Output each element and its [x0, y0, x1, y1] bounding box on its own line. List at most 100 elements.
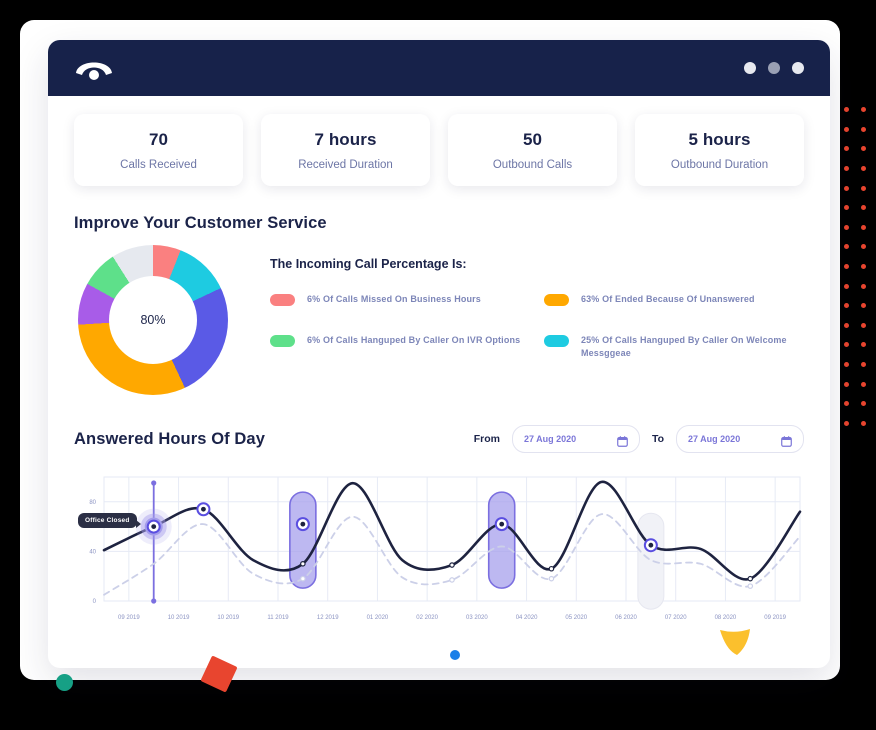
deco-teal-circle [56, 674, 73, 691]
dot-grid-dot [844, 166, 849, 172]
x-axis-tick-label: 10 2019 [217, 615, 239, 621]
answered-hours-chart[interactable]: 09 2019 10 2019 10 2019 11 2019 12 2019 01 20… [74, 469, 804, 629]
dot-grid-dot [861, 401, 866, 407]
dot-grid-dot [861, 303, 866, 309]
dot-grid-dot [844, 420, 849, 426]
title-bar [48, 40, 830, 96]
legend-swatch-icon [270, 294, 295, 306]
dot-grid-dot [861, 420, 866, 426]
stat-value: 70 [148, 129, 169, 149]
x-axis-tick-label: 06 2020 [615, 615, 637, 621]
chart-markers[interactable] [135, 502, 658, 553]
dot-grid-dot [861, 244, 866, 250]
legend-item-label: 63% Of Ended Because Of Unanswered [581, 294, 755, 304]
dot-grid-dot [844, 107, 849, 113]
x-axis-tick-label: 07 2020 [665, 615, 687, 621]
dot-grid-dot [861, 381, 866, 387]
donut-chart: 80% [78, 245, 248, 395]
stat-card-received-duration[interactable]: 7 hours Received Duration [261, 114, 430, 186]
dot-grid-dot [844, 303, 849, 309]
x-axis-tick-label: 05 2020 [565, 615, 587, 621]
dot-grid-dot [844, 362, 849, 368]
window-dot-2[interactable] [768, 62, 780, 74]
window-dot-3[interactable] [792, 62, 804, 74]
to-label: To [651, 433, 664, 445]
calendar-icon [781, 434, 792, 447]
x-axis-tick-label: 03 2020 [466, 615, 488, 621]
dot-grid-dot [861, 126, 866, 132]
legend-swatch-icon [270, 335, 295, 348]
stat-value: 50 [522, 129, 543, 149]
stat-label: Calls Received [120, 158, 197, 171]
chart-highlight-bar [487, 491, 516, 589]
dot-grid-dot [861, 166, 866, 172]
x-axis-tick-label: 09 2019 [118, 615, 140, 621]
window-dot-1[interactable] [744, 62, 756, 74]
legend-item-hangup-ivr[interactable]: 6% Of Calls Hanguped By Caller On IVR Op… [270, 334, 530, 360]
x-axis-tick-label: 12 2019 [317, 615, 339, 621]
donut-center-value: 80% [140, 313, 166, 327]
y-axis-tick-label: 80 [89, 500, 96, 506]
dot-grid-dot [861, 283, 866, 289]
chart-highlight-bar [637, 512, 665, 610]
stat-card-outbound-calls[interactable]: 50 Outbound Calls [448, 114, 617, 186]
legend-title: The Incoming Call Percentage Is: [270, 257, 467, 271]
dot-grid-dot [844, 224, 849, 230]
answered-section-title: Answered Hours Of Day [74, 429, 265, 448]
answered-hours-header: Answered Hours Of Day From 27 Aug 2020 T… [48, 425, 830, 453]
dot-grid-dot [844, 283, 849, 289]
calendar-icon [617, 434, 628, 447]
window-dots [744, 62, 804, 74]
legend-swatch-icon [544, 294, 569, 306]
legend-item-label: 6% Of Calls Missed On Business Hours [307, 294, 481, 304]
from-date-picker[interactable]: 27 Aug 2020 [511, 425, 640, 453]
y-axis-tick-label: 40 [89, 549, 96, 555]
x-axis-tick-label: 11 2019 [267, 615, 289, 621]
dot-grid-dot [844, 244, 849, 250]
from-date-value: 27 Aug 2020 [523, 434, 577, 444]
dot-grid-dot [844, 205, 849, 211]
app-window: 70 Calls Received 7 hours Received Durat… [48, 40, 830, 668]
stat-card-outbound-duration[interactable]: 5 hours Outbound Duration [635, 114, 804, 186]
from-label: From [473, 433, 500, 445]
x-axis-tick-label: 02 2020 [416, 615, 438, 621]
legend-item-missed-business-hours[interactable]: 6% Of Calls Missed On Business Hours [270, 293, 530, 306]
stat-card-calls-received[interactable]: 70 Calls Received [74, 114, 243, 186]
dot-grid-decoration [838, 100, 872, 436]
stat-value: 5 hours [688, 129, 751, 149]
legend-block: The Incoming Call Percentage Is: 6% Of C… [248, 245, 804, 360]
dot-grid-dot [844, 264, 849, 270]
deco-yellow-triangle [718, 628, 752, 656]
dot-grid-dot [844, 146, 849, 152]
dot-grid-dot [844, 401, 849, 407]
chart-x-axis: 09 2019 10 2019 10 2019 11 2019 12 2019 01 20… [118, 615, 787, 621]
legend-item-hangup-welcome[interactable]: 25% Of Calls Hanguped By Caller On Welco… [544, 334, 804, 360]
legend-grid: 6% Of Calls Missed On Business Hours 63%… [270, 293, 804, 360]
dot-grid-dot [861, 107, 866, 113]
dot-grid-dot [844, 185, 849, 191]
dot-grid-dot [861, 185, 866, 191]
dot-grid-dot [861, 264, 866, 270]
legend-item-label: 6% Of Calls Hanguped By Caller On IVR Op… [307, 335, 521, 346]
legend-swatch-icon [544, 335, 569, 348]
donut-block: 80% The Incoming Call Percentage Is: 6% … [48, 233, 830, 395]
stat-label: Outbound Duration [670, 158, 769, 171]
deco-blue-dot [450, 650, 460, 660]
x-axis-tick-label: 09 2019 [764, 615, 786, 621]
dot-grid-dot [844, 322, 849, 328]
dot-grid-dot [844, 342, 849, 348]
to-date-picker[interactable]: 27 Aug 2020 [676, 425, 804, 453]
to-date-value: 27 Aug 2020 [688, 434, 741, 444]
y-axis-tick-label: 0 [93, 599, 97, 605]
x-axis-tick-label: 10 2019 [168, 615, 190, 621]
dot-grid-dot [861, 322, 866, 328]
chart-highlight-bar [289, 491, 317, 589]
stat-label: Outbound Calls [492, 158, 573, 171]
dot-grid-dot [861, 205, 866, 211]
stat-cards-row: 70 Calls Received 7 hours Received Durat… [48, 96, 830, 186]
dot-grid-dot [861, 362, 866, 368]
x-axis-tick-label: 04 2020 [516, 615, 538, 621]
dot-grid-dot [844, 126, 849, 132]
legend-item-ended-unanswered[interactable]: 63% Of Ended Because Of Unanswered [544, 293, 804, 306]
date-range-controls: From 27 Aug 2020 To 27 Aug 2020 [474, 425, 804, 453]
